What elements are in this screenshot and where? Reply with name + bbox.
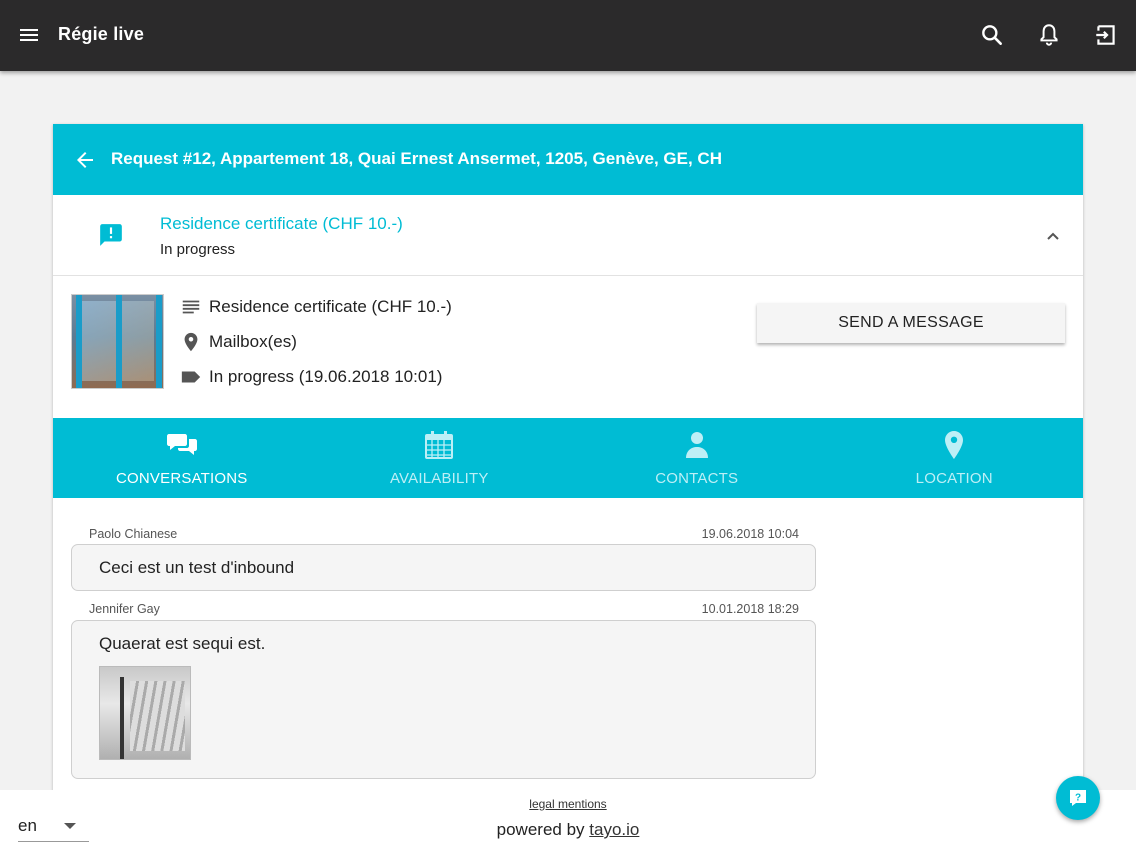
location-pin-icon [945,431,964,459]
request-type-title: Residence certificate (CHF 10.-) [160,214,403,233]
message-attachment-image[interactable] [99,666,191,760]
bell-icon[interactable] [1036,22,1062,48]
message-date: 19.06.2018 10:04 [701,527,799,541]
tab-availability[interactable]: AVAILABILITY [311,418,569,498]
message-date: 10.01.2018 18:29 [701,602,799,616]
tab-label: AVAILABILITY [389,470,489,487]
tab-label: CONVERSATIONS [115,470,248,487]
help-icon: ? [1070,790,1086,806]
tab-location[interactable]: LOCATION [826,418,1084,498]
chevron-up-icon[interactable] [1041,225,1065,249]
detail-status-row: In progress (19.06.2018 10:01) [180,366,442,388]
tayo-link[interactable]: tayo.io [589,820,639,839]
person-icon [685,432,708,458]
request-card: Request #12, Appartement 18, Quai Ernest… [53,124,1083,824]
request-header: Request #12, Appartement 18, Quai Ernest… [53,124,1083,195]
tab-contacts[interactable]: CONTACTS [568,418,826,498]
request-summary-row[interactable]: Residence certificate (CHF 10.-) In prog… [53,195,1083,276]
menu-icon[interactable] [17,23,41,47]
description-icon [182,300,200,314]
message-author: Paolo Chianese [89,527,178,541]
message-text: Quaerat est sequi est. [99,634,266,653]
search-icon[interactable] [979,22,1005,48]
message-meta: Paolo Chianese 19.06.2018 10:04 [89,527,799,541]
tab-label: LOCATION [915,470,993,487]
message-meta: Jennifer Gay 10.01.2018 18:29 [89,602,799,616]
top-app-bar: Régie live [0,0,1136,71]
help-button[interactable]: ? [1056,776,1100,820]
back-arrow-icon[interactable] [73,148,97,172]
message-bubble: Ceci est un test d'inbound [71,544,816,591]
feedback-icon [100,224,122,246]
footer: en legal mentions powered by tayo.io [0,790,1136,852]
message-text: Ceci est un test d'inbound [99,558,295,577]
detail-type: Residence certificate (CHF 10.-) [209,297,452,316]
svg-text:?: ? [1075,793,1081,804]
message-bubble: Quaerat est sequi est. [71,620,816,779]
detail-status: In progress (19.06.2018 10:01) [209,367,443,386]
request-details: Residence certificate (CHF 10.-) Mailbox… [53,276,1083,418]
tab-label: CONTACTS [655,470,739,487]
location-pin-icon [184,332,198,352]
tab-conversations[interactable]: CONVERSATIONS [53,418,311,498]
logout-icon[interactable] [1093,22,1119,48]
calendar-icon [425,431,454,459]
chat-icon [166,434,197,455]
label-icon [181,371,201,383]
send-message-button[interactable]: SEND A MESSAGE [757,303,1065,343]
request-photo[interactable] [71,294,164,389]
tab-bar: CONVERSATIONS AVAILABILITY CONTACTS LOCA… [53,418,1083,498]
powered-by: powered by tayo.io [0,820,1136,840]
detail-type-row: Residence certificate (CHF 10.-) [180,296,452,318]
legal-mentions-link[interactable]: legal mentions [529,797,606,811]
message-author: Jennifer Gay [89,602,160,616]
powered-by-text: powered by [496,820,590,839]
request-status: In progress [160,241,236,258]
legal-container: legal mentions [0,797,1136,811]
detail-location-row: Mailbox(es) [180,331,297,353]
detail-location: Mailbox(es) [209,332,297,351]
request-title: Request #12, Appartement 18, Quai Ernest… [111,149,722,168]
app-title: Régie live [58,24,145,44]
